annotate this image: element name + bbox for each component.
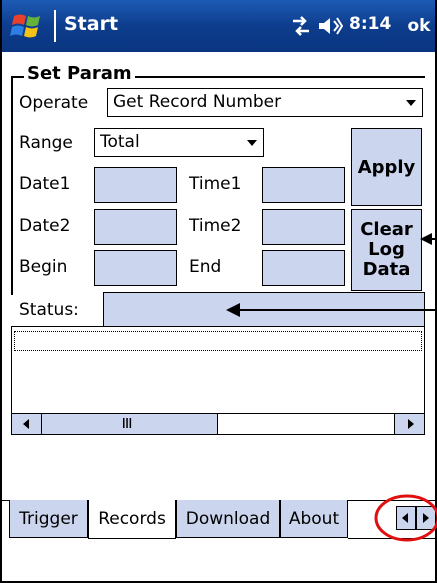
status-label: Status: bbox=[19, 300, 79, 320]
begin-field[interactable] bbox=[94, 250, 177, 286]
tab-records[interactable]: Records bbox=[88, 500, 176, 539]
arrow-right-icon bbox=[408, 419, 414, 429]
ok-button[interactable]: ok bbox=[403, 11, 435, 41]
operate-dropdown[interactable]: Get Record Number bbox=[107, 88, 423, 117]
list-item[interactable] bbox=[14, 331, 422, 351]
range-dropdown[interactable]: Total bbox=[94, 128, 264, 157]
horizontal-scrollbar[interactable] bbox=[12, 413, 424, 434]
status-field[interactable] bbox=[103, 292, 425, 328]
apply-button[interactable]: Apply bbox=[351, 128, 422, 206]
clear-label-line3: Data bbox=[362, 259, 411, 280]
windows-flag-icon[interactable] bbox=[10, 10, 46, 42]
date2-label: Date2 bbox=[19, 216, 71, 236]
tab-download[interactable]: Download bbox=[176, 500, 280, 538]
start-menu-title[interactable]: Start bbox=[64, 13, 118, 35]
arrow-left-icon bbox=[23, 419, 29, 429]
operate-label: Operate bbox=[19, 93, 89, 113]
tab-scroll-left-button[interactable] bbox=[396, 506, 416, 530]
tab-trigger[interactable]: Trigger bbox=[9, 500, 88, 538]
time1-label: Time1 bbox=[189, 174, 242, 194]
operate-value: Get Record Number bbox=[113, 92, 282, 112]
time1-field[interactable] bbox=[262, 167, 345, 203]
chevron-down-icon bbox=[406, 100, 416, 106]
scroll-left-button[interactable] bbox=[12, 414, 42, 434]
range-value: Total bbox=[100, 132, 140, 152]
arrow-right-icon bbox=[423, 513, 429, 523]
set-param-title: Set Param bbox=[24, 63, 135, 84]
end-field[interactable] bbox=[262, 250, 345, 286]
range-label: Range bbox=[19, 133, 73, 153]
tab-strip-bottom-line bbox=[348, 538, 435, 539]
tab-scroll-right-button[interactable] bbox=[416, 506, 435, 530]
connectivity-icon[interactable] bbox=[290, 16, 312, 36]
date1-label: Date1 bbox=[19, 174, 71, 194]
device-screen: Start 8:14 ok Set Param Operate Get Reco… bbox=[0, 0, 437, 583]
date1-field[interactable] bbox=[94, 167, 177, 203]
time2-field[interactable] bbox=[262, 209, 345, 245]
arrow-left-icon bbox=[402, 513, 408, 523]
title-separator bbox=[54, 10, 56, 42]
tab-about[interactable]: About bbox=[280, 500, 348, 538]
title-bar: Start 8:14 ok bbox=[2, 0, 435, 52]
begin-label: Begin bbox=[19, 257, 68, 277]
clear-log-data-button[interactable]: Clear Log Data bbox=[351, 209, 422, 291]
clock-time[interactable]: 8:14 bbox=[349, 14, 391, 34]
scrollbar-thumb[interactable] bbox=[42, 414, 218, 434]
chevron-down-icon bbox=[247, 140, 257, 146]
time2-label: Time2 bbox=[189, 216, 242, 236]
scroll-right-button[interactable] bbox=[394, 414, 424, 434]
date2-field[interactable] bbox=[94, 209, 177, 245]
clear-label-line2: Log bbox=[368, 239, 405, 260]
grip-icon bbox=[123, 418, 132, 428]
end-label: End bbox=[189, 257, 222, 277]
clear-label-line1: Clear bbox=[360, 219, 413, 240]
speaker-icon[interactable] bbox=[317, 15, 343, 37]
records-list[interactable] bbox=[11, 326, 425, 435]
